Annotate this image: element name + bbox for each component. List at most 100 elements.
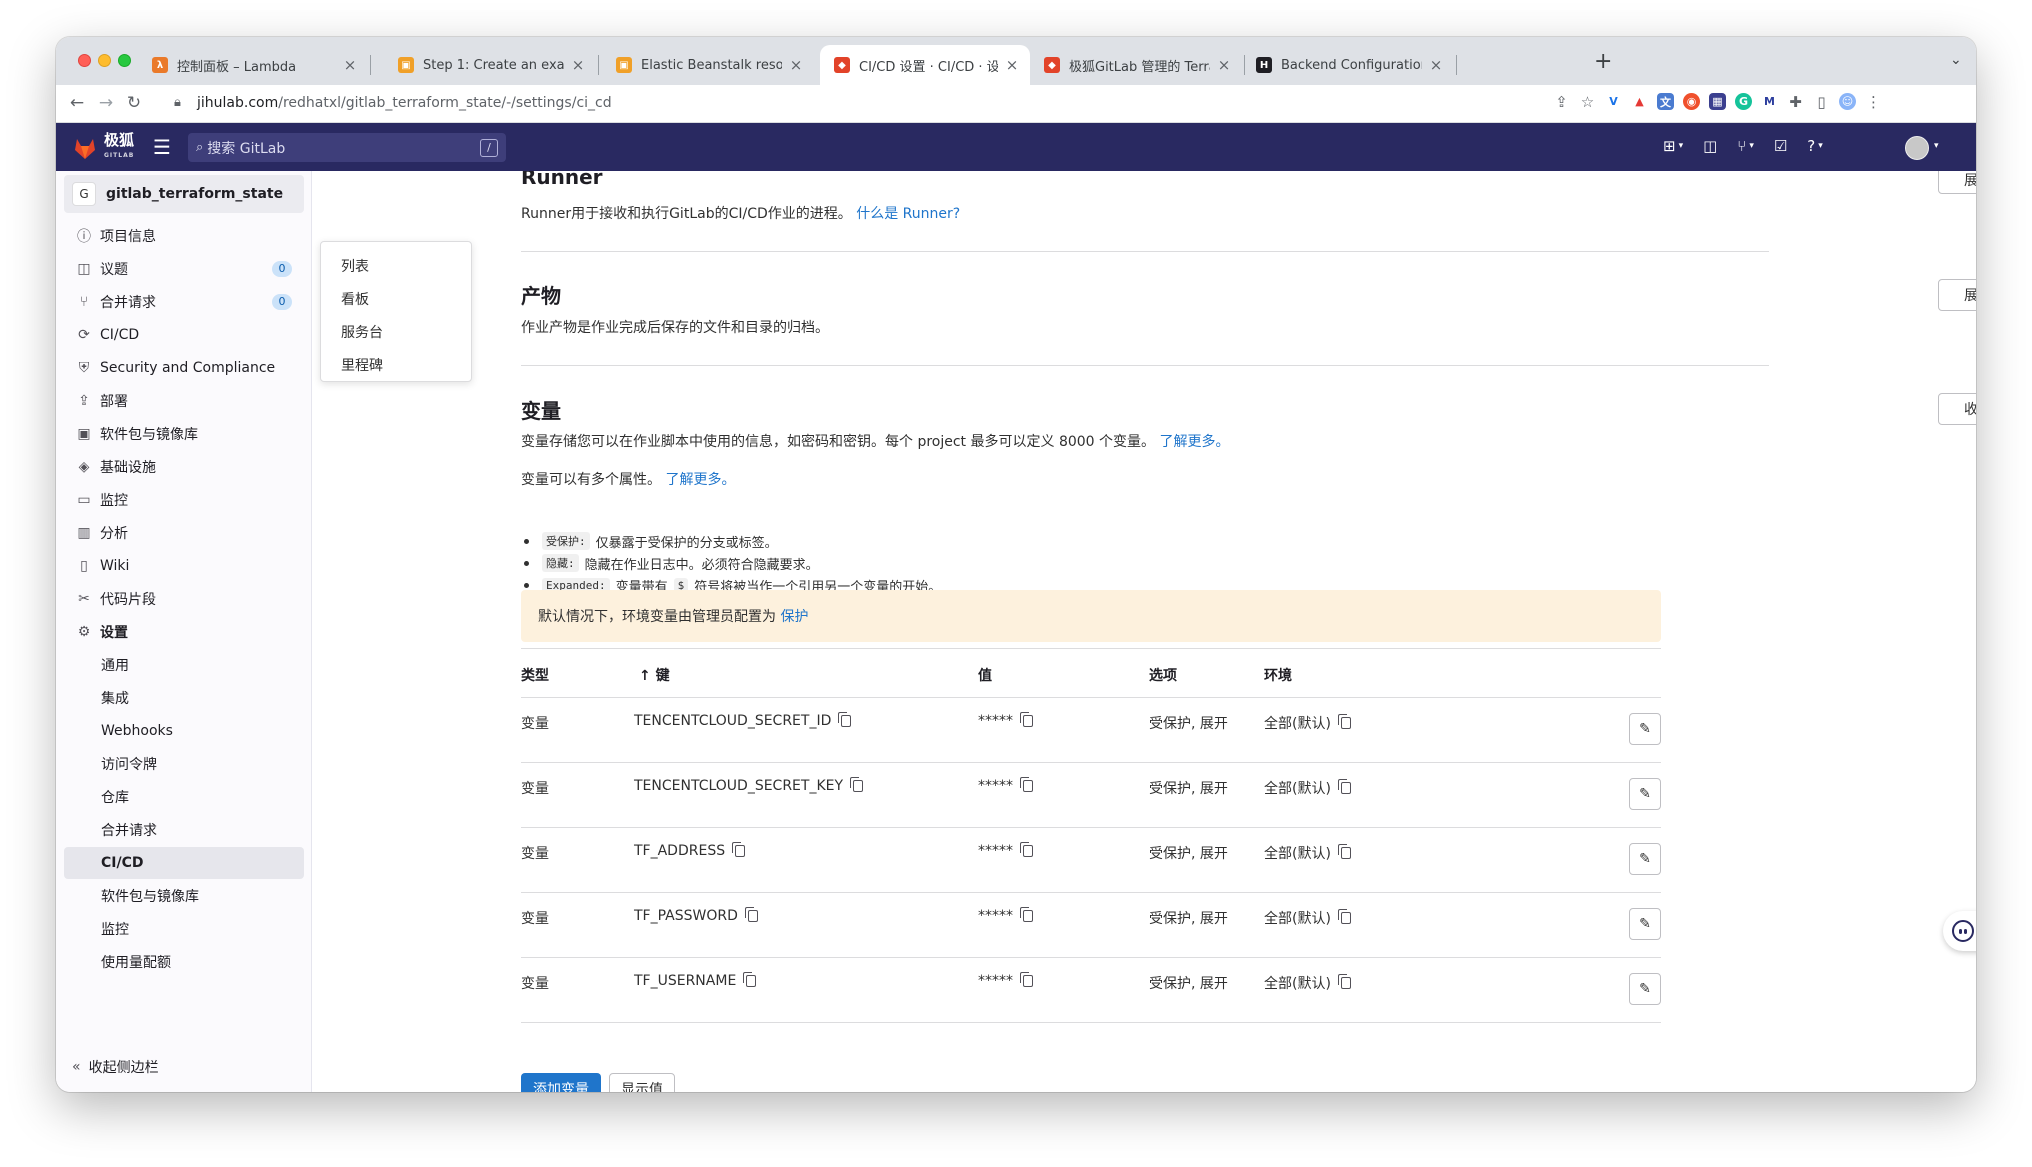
collapse-sidebar-button[interactable]: « 收起侧边栏 — [72, 1057, 159, 1077]
flyout-item[interactable]: 看板 — [341, 289, 369, 309]
browser-menu-icon[interactable]: ⋮ — [1865, 93, 1882, 111]
browser-tab[interactable]: H Backend Configuration - Config × — [1242, 45, 1454, 85]
share-icon[interactable]: ⇪ — [1553, 93, 1570, 111]
runner-help-link[interactable]: 什么是 Runner? — [856, 206, 960, 222]
copy-icon[interactable] — [1020, 907, 1033, 922]
sidebar-item-deployments[interactable]: ⇪ 部署 — [64, 385, 304, 417]
browser-tab[interactable]: ◆ CI/CD 设置 · CI/CD · 设置 · Kai × — [820, 45, 1030, 85]
side-panel-icon[interactable]: ▯ — [1813, 93, 1830, 111]
tab-search-chevron-icon[interactable]: ⌄ — [1950, 52, 1962, 68]
settings-subitem[interactable]: 仓库 — [64, 781, 304, 813]
sidebar-item-project-info[interactable]: ⓘ 项目信息 — [64, 220, 304, 252]
edit-variable-button[interactable]: ✎ — [1629, 973, 1661, 1005]
close-icon[interactable]: × — [570, 56, 586, 74]
browser-tab[interactable]: ◆ 极狐GitLab 管理的 Terraform 状 × — [1030, 45, 1242, 85]
copy-icon[interactable] — [850, 777, 864, 792]
settings-subitem[interactable]: 监控 — [64, 913, 304, 945]
sidebar-item-analytics[interactable]: ▥ 分析 — [64, 517, 304, 549]
copy-icon[interactable] — [743, 972, 757, 987]
create-new-icon[interactable]: ⊞ ▾ — [1663, 137, 1683, 155]
sidebar-item-infrastructure[interactable]: ◈ 基础设施 — [64, 451, 304, 483]
lock-icon[interactable]: 🔒︎ — [174, 95, 181, 110]
settings-subitem[interactable]: 使用量配额 — [64, 946, 304, 978]
gitlab-logo[interactable]: 极狐 GITLAB — [72, 133, 134, 163]
sidebar-item-monitor[interactable]: ▭ 监控 — [64, 484, 304, 516]
reveal-values-button[interactable]: 显示值 — [609, 1073, 675, 1092]
flyout-item[interactable]: 服务台 — [341, 322, 383, 342]
profile-icon[interactable]: ☺ — [1839, 93, 1856, 110]
sidebar-item-wiki[interactable]: ▯ Wiki — [64, 550, 304, 582]
chevron-down-icon[interactable]: ▾ — [1934, 141, 1939, 151]
attributes-learn-more-link[interactable]: 了解更多。 — [665, 472, 735, 488]
close-icon[interactable]: × — [342, 56, 358, 74]
merge-requests-icon[interactable]: ⑂ ▾ — [1737, 137, 1754, 155]
protected-link[interactable]: 保护 — [780, 606, 808, 626]
reload-icon[interactable]: ↻ — [123, 93, 145, 113]
extension-a-icon[interactable]: ▲ — [1631, 93, 1648, 110]
copy-icon[interactable] — [1337, 844, 1351, 859]
copy-icon[interactable] — [1337, 909, 1351, 924]
flyout-item[interactable]: 列表 — [341, 256, 369, 276]
column-key[interactable]: ↑ 键 — [639, 665, 670, 685]
settings-subitem[interactable]: 通用 — [64, 649, 304, 681]
sidebar-item-packages[interactable]: ▣ 软件包与镜像库 — [64, 418, 304, 450]
sidebar-item-merge-requests[interactable]: ⑂ 合并请求 0 — [64, 286, 304, 318]
artifacts-expand-button[interactable]: 展开 — [1938, 279, 1976, 311]
back-icon[interactable]: ← — [66, 93, 88, 113]
copy-icon[interactable] — [732, 842, 746, 857]
menu-hamburger-icon[interactable]: ☰ — [153, 135, 171, 159]
extension-red-icon[interactable]: ◉ — [1683, 93, 1700, 110]
chat-assistant-button[interactable] — [1943, 911, 1976, 951]
flyout-item[interactable]: 里程碑 — [341, 355, 383, 375]
grammarly-icon[interactable]: G — [1735, 93, 1752, 110]
new-tab-button[interactable]: + — [1594, 49, 1612, 74]
copy-icon[interactable] — [744, 907, 758, 922]
edit-variable-button[interactable]: ✎ — [1629, 713, 1661, 745]
extension-v-icon[interactable]: V — [1605, 93, 1622, 110]
issues-icon[interactable]: ◫ — [1703, 137, 1717, 155]
settings-subitem[interactable]: 集成 — [64, 682, 304, 714]
forward-icon[interactable]: → — [95, 93, 117, 113]
copy-icon[interactable] — [1337, 714, 1351, 729]
edit-variable-button[interactable]: ✎ — [1629, 908, 1661, 940]
settings-subitem[interactable]: Webhooks — [64, 715, 304, 747]
close-icon[interactable]: × — [1428, 56, 1444, 74]
close-icon[interactable]: × — [788, 56, 804, 74]
help-icon[interactable]: ? ▾ — [1807, 137, 1823, 155]
close-icon[interactable]: × — [1216, 56, 1232, 74]
browser-tab[interactable]: λ 控制面板 – Lambda × — [138, 45, 368, 85]
sidebar-item-settings[interactable]: ⚙ 设置 — [64, 616, 304, 648]
close-window-button[interactable] — [78, 54, 91, 67]
minimize-window-button[interactable] — [98, 54, 111, 67]
runner-expand-button[interactable]: 展开 — [1938, 171, 1976, 194]
maximize-window-button[interactable] — [118, 54, 131, 67]
copy-icon[interactable] — [1020, 712, 1033, 727]
settings-subitem[interactable]: CI/CD — [64, 847, 304, 879]
todo-icon[interactable]: ☑ — [1774, 137, 1787, 155]
copy-icon[interactable] — [1020, 972, 1033, 987]
settings-subitem[interactable]: 访问令牌 — [64, 748, 304, 780]
translate-icon[interactable]: 文 — [1657, 93, 1674, 110]
variables-learn-more-link[interactable]: 了解更多。 — [1159, 434, 1229, 450]
copy-icon[interactable] — [1020, 842, 1033, 857]
browser-tab[interactable]: ▣ Step 1: Create an example appl × — [384, 45, 596, 85]
search-input[interactable]: ⌕ 搜索 GitLab / — [188, 133, 506, 162]
settings-subitem[interactable]: 软件包与镜像库 — [64, 880, 304, 912]
browser-tab[interactable]: ▣ Elastic Beanstalk resources - A × — [602, 45, 814, 85]
sidebar-item-issues[interactable]: ◫ 议题 0 — [64, 253, 304, 285]
sidebar-item-security[interactable]: ⛨ Security and Compliance — [64, 352, 304, 384]
user-avatar[interactable] — [1905, 136, 1929, 160]
copy-icon[interactable] — [1337, 974, 1351, 989]
copy-icon[interactable] — [1337, 779, 1351, 794]
edit-variable-button[interactable]: ✎ — [1629, 843, 1661, 875]
variables-collapse-button[interactable]: 收起 — [1938, 393, 1976, 425]
extensions-puzzle-icon[interactable]: ✚ — [1787, 93, 1804, 111]
copy-icon[interactable] — [1020, 777, 1033, 792]
extension-m-icon[interactable]: M — [1761, 93, 1778, 110]
sidebar-project[interactable]: G gitlab_terraform_state — [64, 175, 304, 213]
bookmark-star-icon[interactable]: ☆ — [1579, 93, 1596, 111]
extension-grid-icon[interactable]: ▦ — [1709, 93, 1726, 110]
sidebar-item-snippets[interactable]: ✂ 代码片段 — [64, 583, 304, 615]
close-icon[interactable]: × — [1004, 56, 1020, 74]
edit-variable-button[interactable]: ✎ — [1629, 778, 1661, 810]
